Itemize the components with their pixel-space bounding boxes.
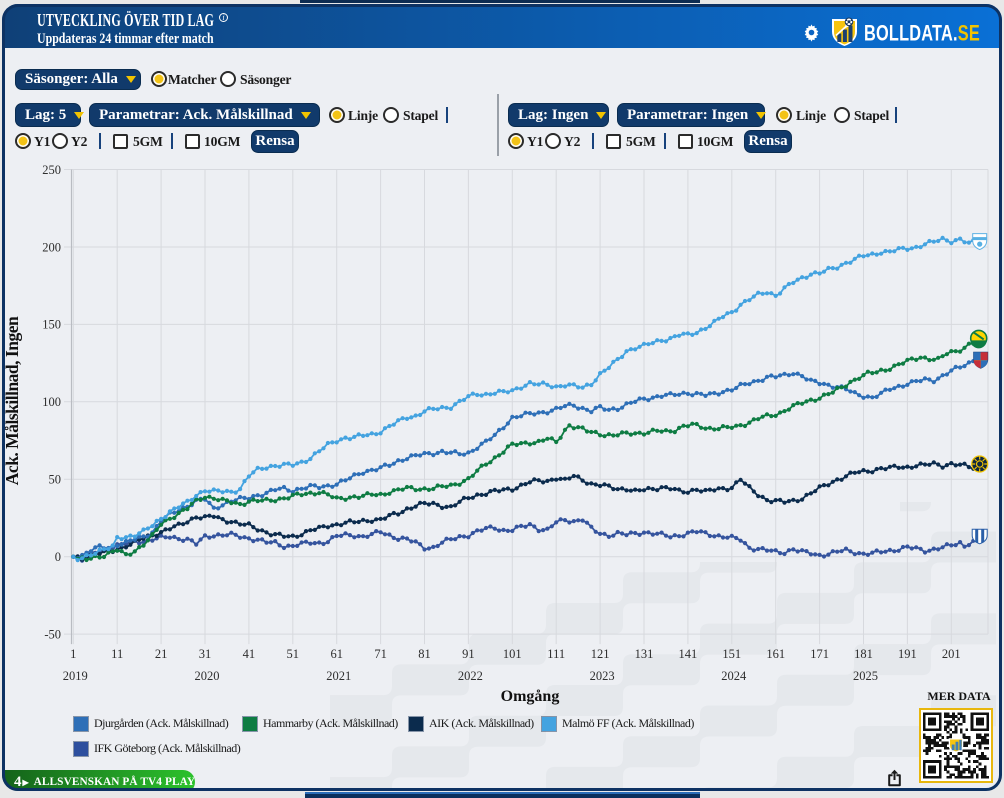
svg-text:121: 121 <box>591 647 610 661</box>
svg-text:-50: -50 <box>44 627 61 641</box>
svg-text:61: 61 <box>330 647 343 661</box>
svg-text:250: 250 <box>42 163 61 177</box>
svg-text:Omgång: Omgång <box>501 688 560 705</box>
svg-text:200: 200 <box>42 240 61 254</box>
svg-text:BOLLDATA.SE: BOLLDATA.SE <box>864 21 980 46</box>
svg-text:201: 201 <box>942 647 961 661</box>
svg-text:131: 131 <box>635 647 654 661</box>
svg-text:2025: 2025 <box>853 669 878 683</box>
svg-text:Ack. Målskillnad, Ingen: Ack. Målskillnad, Ingen <box>2 316 22 485</box>
svg-text:0: 0 <box>55 550 61 564</box>
svg-text:31: 31 <box>199 647 212 661</box>
svg-text:41: 41 <box>243 647 256 661</box>
svg-text:2023: 2023 <box>590 669 615 683</box>
svg-text:111: 111 <box>547 647 565 661</box>
svg-text:100: 100 <box>42 395 61 409</box>
svg-text:151: 151 <box>722 647 741 661</box>
svg-text:21: 21 <box>155 647 168 661</box>
svg-text:2024: 2024 <box>721 669 747 683</box>
svg-text:191: 191 <box>898 647 917 661</box>
svg-text:141: 141 <box>679 647 698 661</box>
svg-text:2020: 2020 <box>195 669 220 683</box>
svg-text:181: 181 <box>854 647 873 661</box>
svg-text:51: 51 <box>287 647 300 661</box>
svg-text:2021: 2021 <box>326 669 351 683</box>
svg-text:71: 71 <box>374 647 387 661</box>
svg-text:161: 161 <box>766 647 785 661</box>
svg-text:2022: 2022 <box>458 669 483 683</box>
svg-text:150: 150 <box>42 318 61 332</box>
svg-text:11: 11 <box>111 647 123 661</box>
svg-text:50: 50 <box>49 473 62 487</box>
svg-text:81: 81 <box>418 647 431 661</box>
svg-text:101: 101 <box>503 647 522 661</box>
svg-text:91: 91 <box>462 647 475 661</box>
svg-text:2019: 2019 <box>63 669 88 683</box>
svg-text:171: 171 <box>810 647 829 661</box>
svg-text:1: 1 <box>70 647 76 661</box>
